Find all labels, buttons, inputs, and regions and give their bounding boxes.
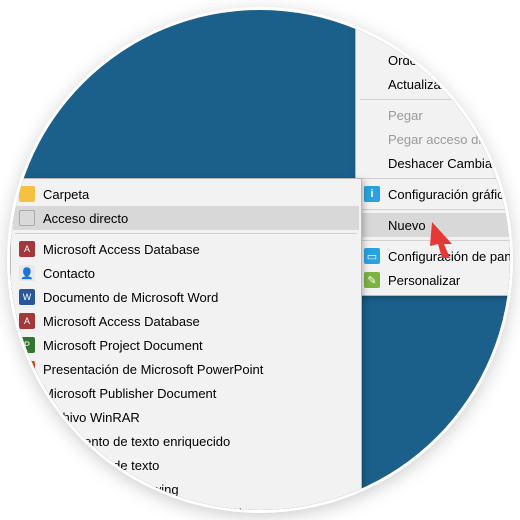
menu-label: Pegar [388, 108, 423, 123]
menu-label: Actualizar [388, 77, 445, 92]
submenu-item-contact[interactable]: 👤 Contacto [13, 261, 359, 285]
menu-label: Microsoft Access Database [43, 242, 200, 257]
menu-label: Configuración de pantalla [388, 249, 510, 264]
submenu-item-access-db[interactable]: A Microsoft Access Database [13, 237, 359, 261]
submenu-item-richtext[interactable]: A Documento de texto enriquecido [13, 429, 359, 453]
menu-label: Ordenar por [388, 53, 458, 68]
menu-label: Microsoft Visio Drawing [43, 482, 179, 497]
menu-label: Presentación de Microsoft PowerPoint [43, 362, 263, 377]
desktop-context-menu: Ver ▶ Ordenar por ▶ Actualizar Pegar Peg… [355, 20, 510, 296]
folder-icon [19, 186, 35, 202]
submenu-item-excel[interactable]: X Hoja de cálculo de Microsoft Excel [13, 501, 359, 510]
menu-separator [360, 209, 510, 210]
menu-item-personalize[interactable]: ✎ Personalizar [358, 268, 510, 292]
publisher-icon: P [19, 385, 35, 401]
submenu-item-textdoc[interactable]: ☰ Documento de texto [13, 453, 359, 477]
desktop-background[interactable]: Ver ▶ Ordenar por ▶ Actualizar Pegar Peg… [10, 10, 510, 510]
menu-item-paste-shortcut: Pegar acceso directo [358, 127, 510, 151]
text-icon: ☰ [19, 457, 35, 473]
menu-label: Ver [388, 29, 408, 44]
shortcut-icon [19, 210, 35, 226]
menu-label: Contacto [43, 266, 95, 281]
menu-separator [15, 233, 357, 234]
submenu-item-winrar[interactable]: R Archivo WinRAR [13, 405, 359, 429]
submenu-item-visio[interactable]: V Microsoft Visio Drawing [13, 477, 359, 501]
menu-label: Nuevo [388, 218, 426, 233]
personalize-icon: ✎ [364, 272, 380, 288]
visio-icon: V [19, 481, 35, 497]
menu-separator [360, 178, 510, 179]
menu-item-paste: Pegar [358, 103, 510, 127]
submenu-item-word[interactable]: W Documento de Microsoft Word [13, 285, 359, 309]
menu-item-undo-rename[interactable]: Deshacer Cambiar nombre [358, 151, 510, 175]
contact-icon: 👤 [19, 265, 35, 281]
menu-label: Personalizar [388, 273, 460, 288]
access-icon: A [19, 313, 35, 329]
menu-label: Acceso directo [43, 211, 128, 226]
menu-label: Documento de Microsoft Word [43, 290, 218, 305]
menu-label: Microsoft Access Database [43, 314, 200, 329]
submenu-item-powerpoint[interactable]: P Presentación de Microsoft PowerPoint [13, 357, 359, 381]
winrar-icon: R [19, 409, 35, 425]
menu-label: Documento de texto enriquecido [43, 434, 230, 449]
intel-icon: i [364, 186, 380, 202]
menu-item-intel-graphics[interactable]: i Configuración gráficos Intel® [358, 182, 510, 206]
menu-separator [360, 99, 510, 100]
circular-crop: Ver ▶ Ordenar por ▶ Actualizar Pegar Peg… [10, 10, 510, 510]
excel-icon: X [19, 505, 35, 510]
menu-label: Deshacer Cambiar nombre [388, 156, 510, 171]
menu-label: Pegar acceso directo [388, 132, 510, 147]
menu-label: Archivo WinRAR [43, 410, 140, 425]
menu-label: Carpeta [43, 187, 89, 202]
new-submenu: Carpeta Acceso directo A Microsoft Acces… [10, 178, 362, 510]
word-icon: W [19, 289, 35, 305]
menu-label: Microsoft Publisher Document [43, 386, 216, 401]
project-icon: P [19, 337, 35, 353]
menu-separator [360, 240, 510, 241]
submenu-item-folder[interactable]: Carpeta [13, 182, 359, 206]
menu-label: Hoja de cálculo de Microsoft Excel [43, 506, 242, 511]
menu-label: Microsoft Project Document [43, 338, 203, 353]
menu-item-refresh[interactable]: Actualizar [358, 72, 510, 96]
display-icon: ▭ [364, 248, 380, 264]
menu-label: Documento de texto [43, 458, 159, 473]
rtf-icon: A [19, 433, 35, 449]
menu-item-view[interactable]: Ver ▶ [358, 24, 510, 48]
submenu-item-publisher[interactable]: P Microsoft Publisher Document [13, 381, 359, 405]
powerpoint-icon: P [19, 361, 35, 377]
menu-item-new[interactable]: Nuevo ▶ [358, 213, 510, 237]
submenu-item-shortcut[interactable]: Acceso directo [13, 206, 359, 230]
submenu-item-project[interactable]: P Microsoft Project Document [13, 333, 359, 357]
menu-item-display-settings[interactable]: ▭ Configuración de pantalla [358, 244, 510, 268]
submenu-item-access-db2[interactable]: A Microsoft Access Database [13, 309, 359, 333]
menu-label: Configuración gráficos Intel® [388, 187, 510, 202]
access-icon: A [19, 241, 35, 257]
menu-item-sort[interactable]: Ordenar por ▶ [358, 48, 510, 72]
